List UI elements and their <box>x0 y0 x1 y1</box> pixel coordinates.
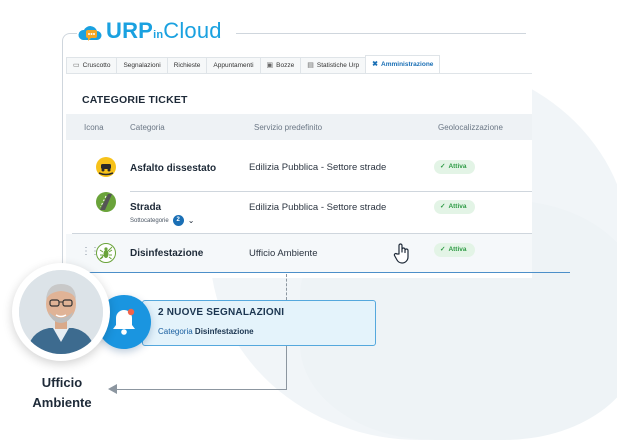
status-text: Attiva <box>448 203 467 210</box>
status-badge: ✓ Attiva <box>434 200 475 214</box>
service-name: Edilizia Pubblica - Settore strade <box>249 162 387 173</box>
row-divider <box>66 272 570 273</box>
tab-statistiche-urp[interactable]: ▤ Statistiche Urp <box>300 57 367 74</box>
header-icona: Icona <box>84 123 104 132</box>
tab-bar: ▭ Cruscotto Segnalazioni Richieste Appunt… <box>66 55 441 74</box>
subcategories-count: 2 <box>172 215 184 226</box>
monitor-icon: ▭ <box>73 62 80 69</box>
table-row[interactable]: Asfalto dissestato Edilizia Pubblica - S… <box>66 142 532 190</box>
notification-title: 2 NUOVE SEGNALAZIONI <box>158 307 285 318</box>
logo-text: URPinCloud <box>106 16 222 50</box>
status-badge: ✓ Attiva <box>434 243 475 257</box>
tab-segnalazioni[interactable]: Segnalazioni <box>116 57 168 74</box>
frame-top-left <box>62 33 77 52</box>
avatar <box>19 270 103 354</box>
header-geolocalizzazione: Geolocalizzazione <box>438 123 503 132</box>
tab-label: Cruscotto <box>82 62 111 69</box>
chevron-down-icon[interactable]: ⌄ <box>188 216 195 225</box>
tab-cruscotto[interactable]: ▭ Cruscotto <box>66 57 118 74</box>
connector-line <box>286 344 287 390</box>
subcategories-label: Sottocategorie <box>130 217 169 224</box>
check-icon: ✓ <box>440 203 446 210</box>
status-text: Attiva <box>448 246 467 253</box>
tab-label: Statistiche Urp <box>316 62 360 69</box>
tab-label: Amministrazione <box>381 61 434 68</box>
notification-subtitle: Categoria Disinfestazione <box>158 327 254 336</box>
notification-category-label: Categoria <box>158 327 193 336</box>
check-icon: ✓ <box>440 163 446 170</box>
table-row[interactable]: Strada Sottocategorie 2 ⌄ Edilizia Pubbl… <box>66 192 532 232</box>
header-categoria: Categoria <box>130 123 165 132</box>
table-row-selected[interactable]: ⋮⋮ Disinfestazione Ufficio Ambiente ✓ Att… <box>66 234 532 272</box>
tab-label: Appuntamenti <box>213 62 254 69</box>
draft-icon: ▣ <box>266 62 274 69</box>
car-pothole-icon <box>96 157 116 177</box>
stats-icon: ▤ <box>307 62 314 69</box>
notification-category-value: Disinfestazione <box>194 327 254 336</box>
table-header: Icona Categoria Servizio predefinito Geo… <box>66 114 532 140</box>
page-title: CATEGORIE TICKET <box>82 94 188 106</box>
service-name: Ufficio Ambiente <box>249 248 318 259</box>
header-servizio: Servizio predefinito <box>254 123 323 132</box>
status-text: Attiva <box>448 163 467 170</box>
notification-box[interactable]: 2 NUOVE SEGNALAZIONI Categoria Disinfest… <box>142 300 376 346</box>
person-label-line2: Ambiente <box>32 395 92 410</box>
insect-icon <box>96 243 116 263</box>
frame-top-right <box>236 33 526 34</box>
logo-urp: URP <box>106 18 154 43</box>
connector-line <box>116 389 287 390</box>
app-logo: URPinCloud <box>78 18 222 48</box>
category-name: Strada <box>130 202 162 213</box>
road-icon <box>96 192 116 212</box>
person-label-line1: Ufficio <box>41 375 83 390</box>
tab-underline <box>66 73 532 74</box>
tab-appuntamenti[interactable]: Appuntamenti <box>206 57 261 74</box>
hand-cursor-icon <box>392 242 412 269</box>
tab-bozze[interactable]: ▣ Bozze <box>259 57 302 74</box>
tab-richieste[interactable]: Richieste <box>166 57 208 74</box>
category-name: Asfalto dissestato <box>130 163 217 174</box>
tab-label: Richieste <box>173 62 201 69</box>
admin-panel: ▭ Cruscotto Segnalazioni Richieste Appunt… <box>66 52 570 278</box>
check-icon: ✓ <box>440 246 446 253</box>
logo-in: in <box>153 29 164 41</box>
category-name: Disinfestazione <box>130 248 204 259</box>
cloud-chat-icon <box>78 23 104 43</box>
subcategories[interactable]: Sottocategorie 2 ⌄ <box>130 215 194 226</box>
tab-label: Segnalazioni <box>123 62 161 69</box>
tab-amministrazione[interactable]: ✖ Amministrazione <box>365 55 441 74</box>
logo-cloud: Cloud <box>163 18 222 43</box>
service-name: Edilizia Pubblica - Settore strade <box>249 202 387 213</box>
connector-line <box>286 274 287 300</box>
status-badge: ✓ Attiva <box>434 160 475 174</box>
tab-label: Bozze <box>276 62 295 69</box>
tools-icon: ✖ <box>372 61 379 68</box>
person-label: Ufficio Ambiente <box>14 373 110 413</box>
